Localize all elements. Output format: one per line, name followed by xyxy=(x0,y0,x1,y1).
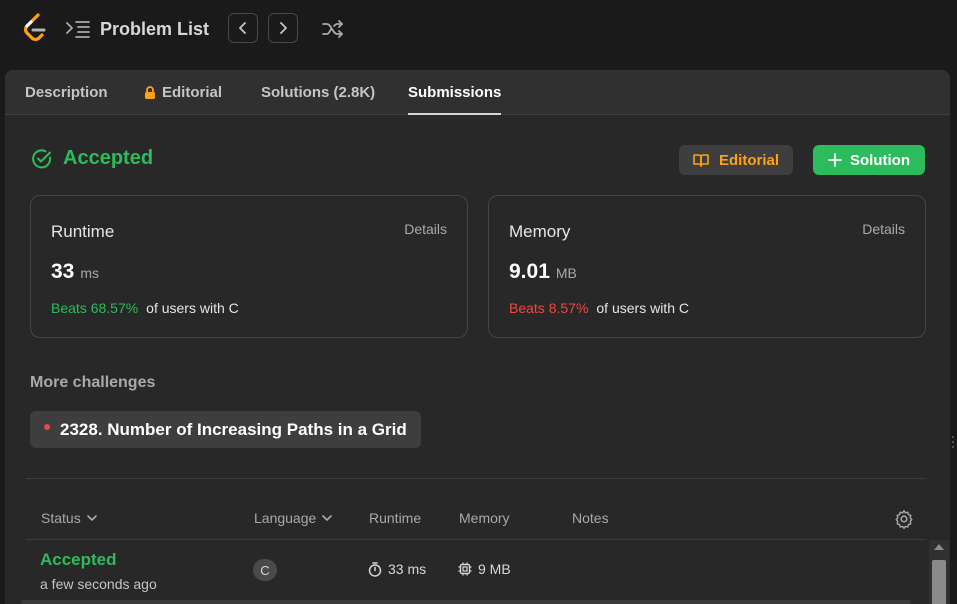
status-filter[interactable]: Status xyxy=(41,510,97,526)
scroll-up-arrow-icon[interactable] xyxy=(934,544,944,550)
editorial-button[interactable]: Editorial xyxy=(679,145,793,175)
tab-label: Solutions (2.8K) xyxy=(261,84,376,101)
solution-button-label: Solution xyxy=(850,151,910,169)
difficulty-dot-icon xyxy=(44,423,50,430)
memory-title: Memory xyxy=(509,222,571,241)
plus-icon xyxy=(828,153,842,167)
runtime-beats-percent: Beats 68.57% xyxy=(51,300,139,316)
problem-list-button[interactable]: Problem List xyxy=(66,17,209,41)
tab-label: Description xyxy=(25,84,108,101)
language-badge: C xyxy=(253,559,277,581)
challenge-title: 2328. Number of Increasing Paths in a Gr… xyxy=(60,419,407,439)
chevron-right-icon xyxy=(280,22,287,34)
tab-label: Submissions xyxy=(408,84,502,101)
previous-problem-button[interactable] xyxy=(228,13,258,43)
top-nav: Problem List xyxy=(0,0,957,60)
runtime-details-link[interactable]: Details xyxy=(404,221,447,237)
submissions-table-header: Status Language Runtime Memory Notes xyxy=(26,500,925,540)
row-hover-bar xyxy=(21,600,911,604)
shuffle-button[interactable] xyxy=(320,16,346,42)
tab-submissions[interactable]: Submissions xyxy=(408,70,502,115)
runtime-number: 33 xyxy=(51,260,75,283)
memory-header: Memory xyxy=(459,510,510,526)
submission-runtime-value: 33 ms xyxy=(388,561,427,577)
section-divider xyxy=(26,478,925,479)
problem-list-label: Problem List xyxy=(100,18,210,39)
memory-card: Memory Details 9.01 MB Beats 8.57% of us… xyxy=(488,195,926,338)
submission-memory-value: 9 MB xyxy=(478,561,511,577)
shuffle-icon xyxy=(322,20,343,38)
memory-value: 9.01 MB xyxy=(509,260,577,284)
lock-icon xyxy=(145,85,155,99)
runtime-value: 33 ms xyxy=(51,260,99,284)
submission-status[interactable]: Accepted xyxy=(40,550,117,570)
runtime-card: Runtime Details 33 ms Beats 68.57% of us… xyxy=(30,195,468,338)
challenge-link[interactable]: 2328. Number of Increasing Paths in a Gr… xyxy=(30,411,421,448)
runtime-header: Runtime xyxy=(369,510,422,526)
table-row[interactable]: Accepted a few seconds ago C 33 ms 9 MB xyxy=(26,542,925,604)
status-header-label: Status xyxy=(41,510,81,526)
submission-runtime: 33 ms xyxy=(368,561,426,577)
runtime-beats: Beats 68.57% of users with C xyxy=(51,300,239,316)
result-header: Accepted xyxy=(31,147,153,170)
stopwatch-icon xyxy=(368,561,382,577)
runtime-title: Runtime xyxy=(51,222,115,241)
tab-editorial[interactable]: Editorial xyxy=(144,70,222,115)
tab-description[interactable]: Description xyxy=(25,70,108,115)
memory-number: 9.01 xyxy=(509,260,550,283)
gear-icon[interactable] xyxy=(894,509,914,530)
result-status: Accepted xyxy=(63,147,154,169)
memory-beats-suffix: of users with C xyxy=(596,300,689,316)
submission-panel: Description Editorial Solutions (2.8K) S… xyxy=(5,70,950,604)
runtime-beats-suffix: of users with C xyxy=(146,300,239,316)
tab-solutions[interactable]: Solutions (2.8K) xyxy=(261,70,375,115)
scroll-thumb[interactable] xyxy=(932,560,946,604)
language-filter[interactable]: Language xyxy=(254,510,333,526)
next-problem-button[interactable] xyxy=(268,13,298,43)
more-challenges-title: More challenges xyxy=(30,374,156,391)
memory-beats: Beats 8.57% of users with C xyxy=(509,300,689,316)
scrollbar[interactable] xyxy=(929,540,949,604)
resize-handle[interactable] xyxy=(952,436,955,456)
notes-header: Notes xyxy=(572,510,609,526)
submission-time: a few seconds ago xyxy=(40,576,157,592)
chip-icon xyxy=(458,562,472,576)
check-circle-icon xyxy=(32,148,52,168)
tab-bar: Description Editorial Solutions (2.8K) S… xyxy=(5,70,950,115)
chevron-down-icon xyxy=(86,515,97,521)
memory-details-link[interactable]: Details xyxy=(862,221,905,237)
leetcode-logo-icon[interactable] xyxy=(22,13,48,43)
tab-label: Editorial xyxy=(162,84,223,101)
book-icon xyxy=(693,154,709,167)
solution-button[interactable]: Solution xyxy=(813,145,925,175)
language-header-label: Language xyxy=(254,510,317,526)
runtime-unit: ms xyxy=(80,265,100,281)
submission-memory: 9 MB xyxy=(458,561,511,577)
memory-unit: MB xyxy=(555,265,577,281)
list-indent-icon xyxy=(66,19,90,39)
editorial-button-label: Editorial xyxy=(718,151,779,169)
chevron-down-icon xyxy=(322,515,333,521)
chevron-left-icon xyxy=(239,22,246,34)
memory-beats-percent: Beats 8.57% xyxy=(509,300,589,316)
